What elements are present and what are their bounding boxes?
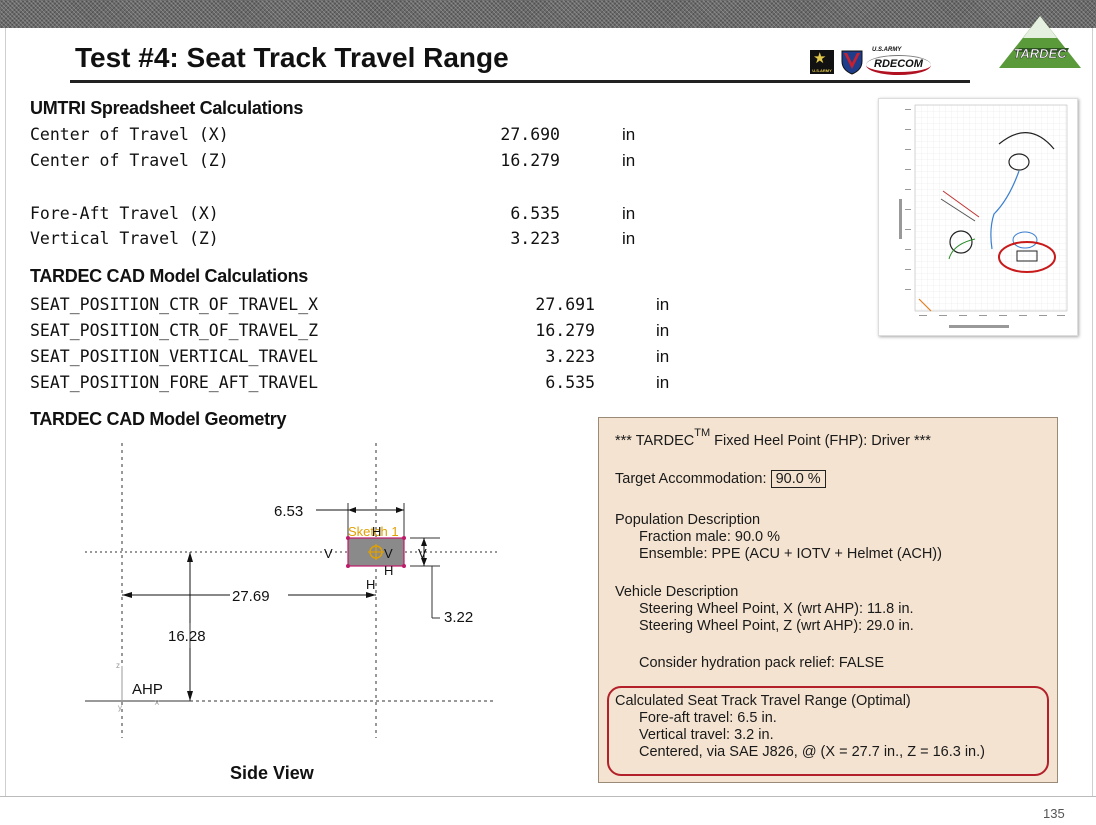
umtri-value-vertical: 3.223 (510, 229, 560, 248)
svg-text:y: y (118, 703, 122, 712)
cad-side-view-diagram: z y × 6.53 27.69 16.28 3.22 Sketch 1 AHP… (85, 443, 500, 738)
dim-center-z-text: 16.28 (168, 628, 206, 645)
cad-unit-ctr-x: in (656, 295, 670, 314)
cad-value-vertical: 3.223 (545, 347, 595, 366)
umtri-value-ctr-x: 27.690 (500, 125, 560, 144)
v-mid-label: V (384, 546, 393, 561)
fhp-title-tm: TM (694, 427, 711, 439)
svg-text:×: × (154, 698, 160, 709)
ahp-label: AHP (132, 681, 163, 698)
h-mid-label: H (384, 563, 393, 578)
umtri-unit-fore-aft: in (622, 204, 636, 223)
umtri-value-ctr-z: 16.279 (500, 151, 560, 170)
cad-label-fore-aft: SEAT_POSITION_FORE_AFT_TRAVEL (30, 373, 319, 392)
cad-label-ctr-x: SEAT_POSITION_CTR_OF_TRAVEL_X (30, 295, 319, 314)
footer-rule (0, 796, 1096, 797)
dim-vertical-text: 3.22 (444, 609, 473, 626)
top-band (0, 0, 1096, 28)
calc-vertical-text: Vertical travel: 3.2 in. (639, 727, 774, 743)
vehicle-heading: Vehicle Description (615, 584, 739, 600)
cad-calc-heading: TARDEC CAD Model Calculations (30, 266, 308, 286)
ensemble-text: Ensemble: PPE (ACU + IOTV + Helmet (ACH)… (639, 546, 942, 562)
cad-value-fore-aft: 6.535 (545, 373, 595, 392)
umtri-label-ctr-x: Center of Travel (X) (30, 125, 229, 144)
umtri-unit-ctr-x: in (622, 125, 636, 144)
steering-wheel-z-text: Steering Wheel Point, Z (wrt AHP): 29.0 … (639, 618, 914, 634)
cad-unit-vertical: in (656, 347, 670, 366)
accommodation-plot-image (899, 104, 1068, 328)
tardec-logo: TARDEC (999, 16, 1081, 68)
slide-title: Test #4: Seat Track Travel Range (75, 42, 509, 73)
target-accommodation-label: Target Accommodation: (615, 471, 767, 487)
fraction-male-text: Fraction male: 90.0 % (639, 529, 781, 545)
side-view-caption: Side View (230, 763, 314, 783)
dim-fore-aft-text: 6.53 (274, 503, 303, 520)
star-icon: ★ (813, 50, 827, 67)
page-number: 135 (1043, 806, 1065, 821)
umtri-unit-vertical: in (622, 229, 636, 248)
rdecom-shield-icon (841, 50, 863, 75)
target-accommodation-value: 90.0 % (770, 470, 826, 488)
cad-value-ctr-z: 16.279 (535, 321, 595, 340)
cad-label-vertical: SEAT_POSITION_VERTICAL_TRAVEL (30, 347, 319, 366)
army-logo-text: U.S.ARMY (812, 68, 832, 73)
umtri-label-vertical: Vertical Travel (Z) (30, 229, 219, 248)
cad-geometry-heading: TARDEC CAD Model Geometry (30, 409, 287, 429)
fhp-title-prefix: *** TARDEC (615, 432, 695, 449)
population-heading: Population Description (615, 512, 761, 528)
calc-centered-text: Centered, via SAE J826, @ (X = 27.7 in.,… (639, 744, 985, 760)
cad-value-ctr-x: 27.691 (535, 295, 595, 314)
umtri-unit-ctr-z: in (622, 151, 636, 170)
cad-unit-fore-aft: in (656, 373, 670, 392)
hydration-text: Consider hydration pack relief: FALSE (639, 655, 885, 671)
cad-label-ctr-z: SEAT_POSITION_CTR_OF_TRAVEL_Z (30, 321, 319, 340)
fhp-title: *** TARDECTM Fixed Heel Point (FHP): Dri… (615, 427, 931, 449)
dim-center-x-text: 27.69 (232, 588, 270, 605)
umtri-label-ctr-z: Center of Travel (Z) (30, 151, 229, 170)
umtri-heading: UMTRI Spreadsheet Calculations (30, 98, 304, 118)
accommodation-plot-thumbnail (878, 98, 1078, 336)
tardec-logo-text: TARDEC (1013, 46, 1067, 61)
umtri-value-fore-aft: 6.535 (510, 204, 560, 223)
title-underline (70, 80, 970, 83)
fhp-title-suffix: Fixed Heel Point (FHP): Driver *** (710, 432, 931, 449)
target-accommodation-row: Target Accommodation: 90.0 % (615, 470, 826, 488)
h-bottom-label: H (366, 577, 375, 592)
fhp-results-panel: *** TARDECTM Fixed Heel Point (FHP): Dri… (598, 417, 1058, 783)
steering-wheel-x-text: Steering Wheel Point, X (wrt AHP): 11.8 … (639, 601, 914, 617)
rdecom-logo: RDECOM (866, 55, 931, 75)
cad-unit-ctr-z: in (656, 321, 670, 340)
calc-heading: Calculated Seat Track Travel Range (Opti… (615, 693, 911, 709)
umtri-label-fore-aft: Fore-Aft Travel (X) (30, 204, 219, 223)
calc-fore-aft-text: Fore-aft travel: 6.5 in. (639, 710, 777, 726)
rdecom-sup-text: U.S.ARMY (872, 47, 902, 53)
v-left-label: V (324, 546, 333, 561)
svg-text:z: z (116, 661, 120, 670)
v-right-label: V (418, 546, 427, 561)
h-top-label: H (372, 524, 381, 539)
army-star-logo: ★ U.S.ARMY (810, 50, 834, 74)
